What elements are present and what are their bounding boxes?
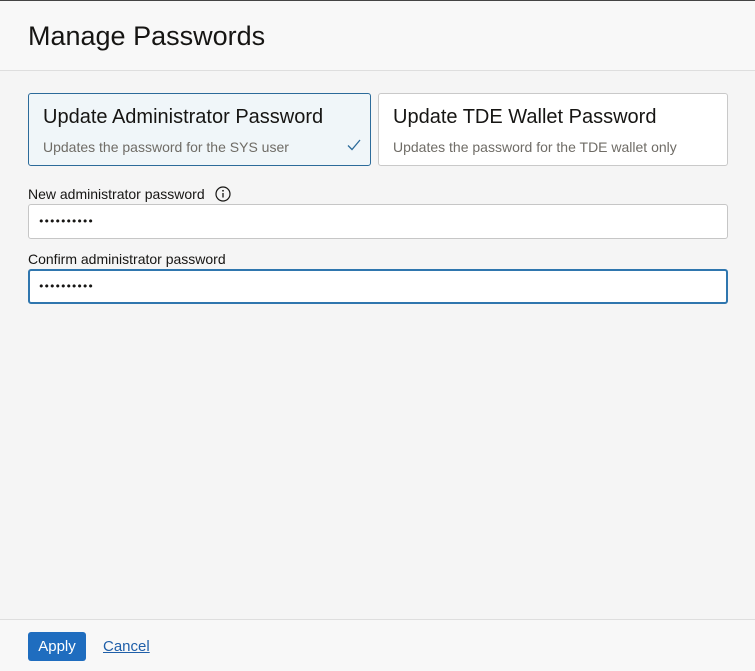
option-description: Updates the password for the TDE wallet …: [393, 139, 677, 155]
confirm-password-label: Confirm administrator password: [28, 251, 226, 267]
new-password-label: New administrator password: [28, 186, 205, 202]
apply-button[interactable]: Apply: [28, 632, 86, 661]
cancel-link[interactable]: Cancel: [103, 638, 150, 655]
option-title: Update Administrator Password: [43, 106, 324, 128]
option-card-update-admin-password[interactable]: Update Administrator Password Updates th…: [28, 93, 371, 166]
info-icon[interactable]: [215, 186, 231, 202]
dialog-header: Manage Passwords: [0, 1, 755, 71]
dialog-footer: Apply Cancel: [0, 619, 755, 671]
checkmark-icon: [347, 139, 361, 151]
option-description: Updates the password for the SYS user: [43, 139, 289, 155]
option-card-update-tde-wallet-password[interactable]: Update TDE Wallet Password Updates the p…: [378, 93, 728, 166]
page-title: Manage Passwords: [28, 21, 266, 51]
confirm-password-input[interactable]: [28, 269, 728, 304]
option-title: Update TDE Wallet Password: [393, 106, 657, 128]
new-password-input[interactable]: [28, 204, 728, 239]
